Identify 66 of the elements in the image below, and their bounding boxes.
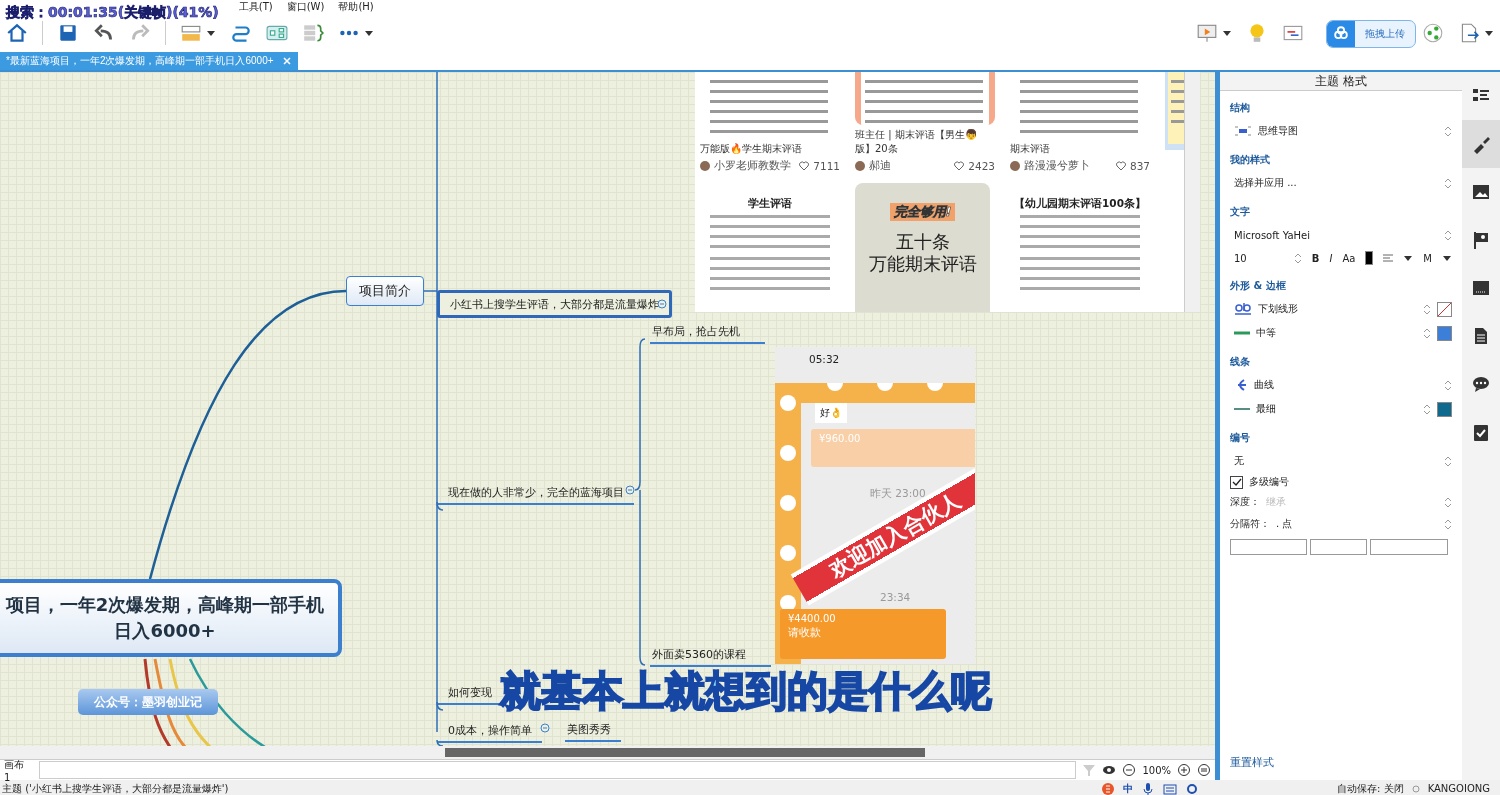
checkbox-label[interactable]: 多级编号 (1249, 475, 1289, 489)
label-tag: 公众号：墨羽创业记 (78, 689, 218, 715)
poster-heading: 万能期末评语 (868, 253, 977, 275)
section-heading: 外形 & 边框 (1230, 279, 1287, 293)
transfer-bubble: ¥960.00 (811, 429, 975, 467)
weight-button[interactable]: M (1423, 252, 1432, 264)
section-heading: 编号 (1230, 431, 1251, 445)
menu-item[interactable]: 窗口(W) (286, 0, 325, 14)
author-name: 路漫漫兮萝卜 (1024, 159, 1091, 173)
dropdown-value[interactable]: 中等 (1256, 326, 1417, 340)
menu-item[interactable]: 工具(T) (238, 0, 273, 14)
section-heading: 我的样式 (1230, 153, 1271, 167)
zoom-level: 100% (1142, 764, 1171, 776)
autosave-status: 自动保存: 关闭 (1337, 781, 1404, 795)
video-subtitle: 就基本上就想到的是什么呢 (500, 666, 992, 717)
poster-tag: 完全够用! (889, 203, 956, 221)
dropdown-value[interactable]: 无 (1234, 454, 1438, 468)
section-heading: 线条 (1230, 355, 1251, 369)
topic-label[interactable]: 美图秀秀 (565, 719, 621, 742)
case-button[interactable]: Aa (1342, 252, 1356, 264)
reset-style-link[interactable]: 重置样式 (1230, 756, 1274, 769)
status-text: 主题 ('小红书上搜学生评语，大部分都是流量爆炸') (2, 781, 229, 795)
topic-node[interactable]: 项目简介 (346, 276, 424, 306)
subtopic-node[interactable]: 0成本，操作简单 (438, 719, 542, 743)
bold-button[interactable]: B (1311, 252, 1320, 264)
chat-message: 好👌 (815, 403, 847, 423)
input-mode[interactable]: 中 (1123, 781, 1134, 795)
dropdown-value[interactable]: 曲线 (1254, 378, 1438, 392)
note-title[interactable]: 班主任 | 期末评语【男生👦版】20条 (855, 128, 995, 156)
section-heading: 文字 (1230, 205, 1251, 219)
topic-label[interactable]: 早布局，抢占先机 (650, 321, 765, 344)
dropdown-value[interactable]: . 点 (1276, 517, 1438, 531)
dropdown-value[interactable]: 思维导图 (1258, 124, 1438, 138)
field-label: 深度： (1230, 495, 1260, 509)
sheet-tab[interactable]: 画布 1 (4, 757, 34, 783)
player-status-overlay: 搜索：00:01:35(关键帧)(41%) (6, 5, 219, 21)
dropdown-value[interactable]: Microsoft YaHei (1234, 229, 1438, 241)
note-title[interactable]: 期末评语 (1010, 142, 1150, 156)
chat-timestamp: 昨天 23:00 (870, 487, 926, 501)
upload-button[interactable]: 拖拽上传 (1326, 20, 1416, 48)
poster-heading: 五十条 (895, 231, 950, 253)
central-topic[interactable]: 项目，一年2次爆发期，高峰期一部手机日入6000+ (0, 579, 342, 657)
user-name: KANGOIONG (1427, 783, 1490, 794)
font-size-field[interactable]: 10 (1234, 252, 1284, 264)
field-label: 分隔符： (1230, 517, 1270, 531)
panel-title: 主题 格式 (1220, 72, 1462, 91)
topic-label[interactable]: 外面卖5360的课程 (650, 644, 771, 667)
dropdown-value[interactable]: 选择并应用 ... (1234, 176, 1438, 190)
like-count: 837 (1129, 160, 1150, 172)
menu-item[interactable]: 帮助(H) (338, 0, 374, 14)
like-count: 7111 (813, 160, 840, 172)
document-title: 学生评语 (748, 197, 792, 211)
subtopic-node[interactable]: 小红书上搜学生评语，大部分都是流量爆炸 (437, 290, 672, 318)
note-title[interactable]: 万能版🔥学生期末评语 (700, 142, 840, 156)
chat-timestamp: 23:34 (880, 591, 911, 603)
transfer-amount: ¥4400.00 (788, 613, 837, 624)
clock-time: 05:32 (809, 353, 840, 365)
section-heading: 结构 (1230, 101, 1251, 115)
dropdown-value[interactable]: 下划线形 (1258, 302, 1417, 316)
like-count: 2423 (968, 160, 995, 172)
document-title: 【幼儿园期末评语100条】 (1014, 197, 1146, 211)
transfer-note: 请收款 (788, 626, 822, 640)
italic-button[interactable]: I (1329, 252, 1333, 264)
author-name: 郝迪 (869, 159, 892, 173)
author-name: 小罗老师教数学 (714, 159, 792, 173)
dropdown-value[interactable]: 最细 (1256, 402, 1417, 416)
